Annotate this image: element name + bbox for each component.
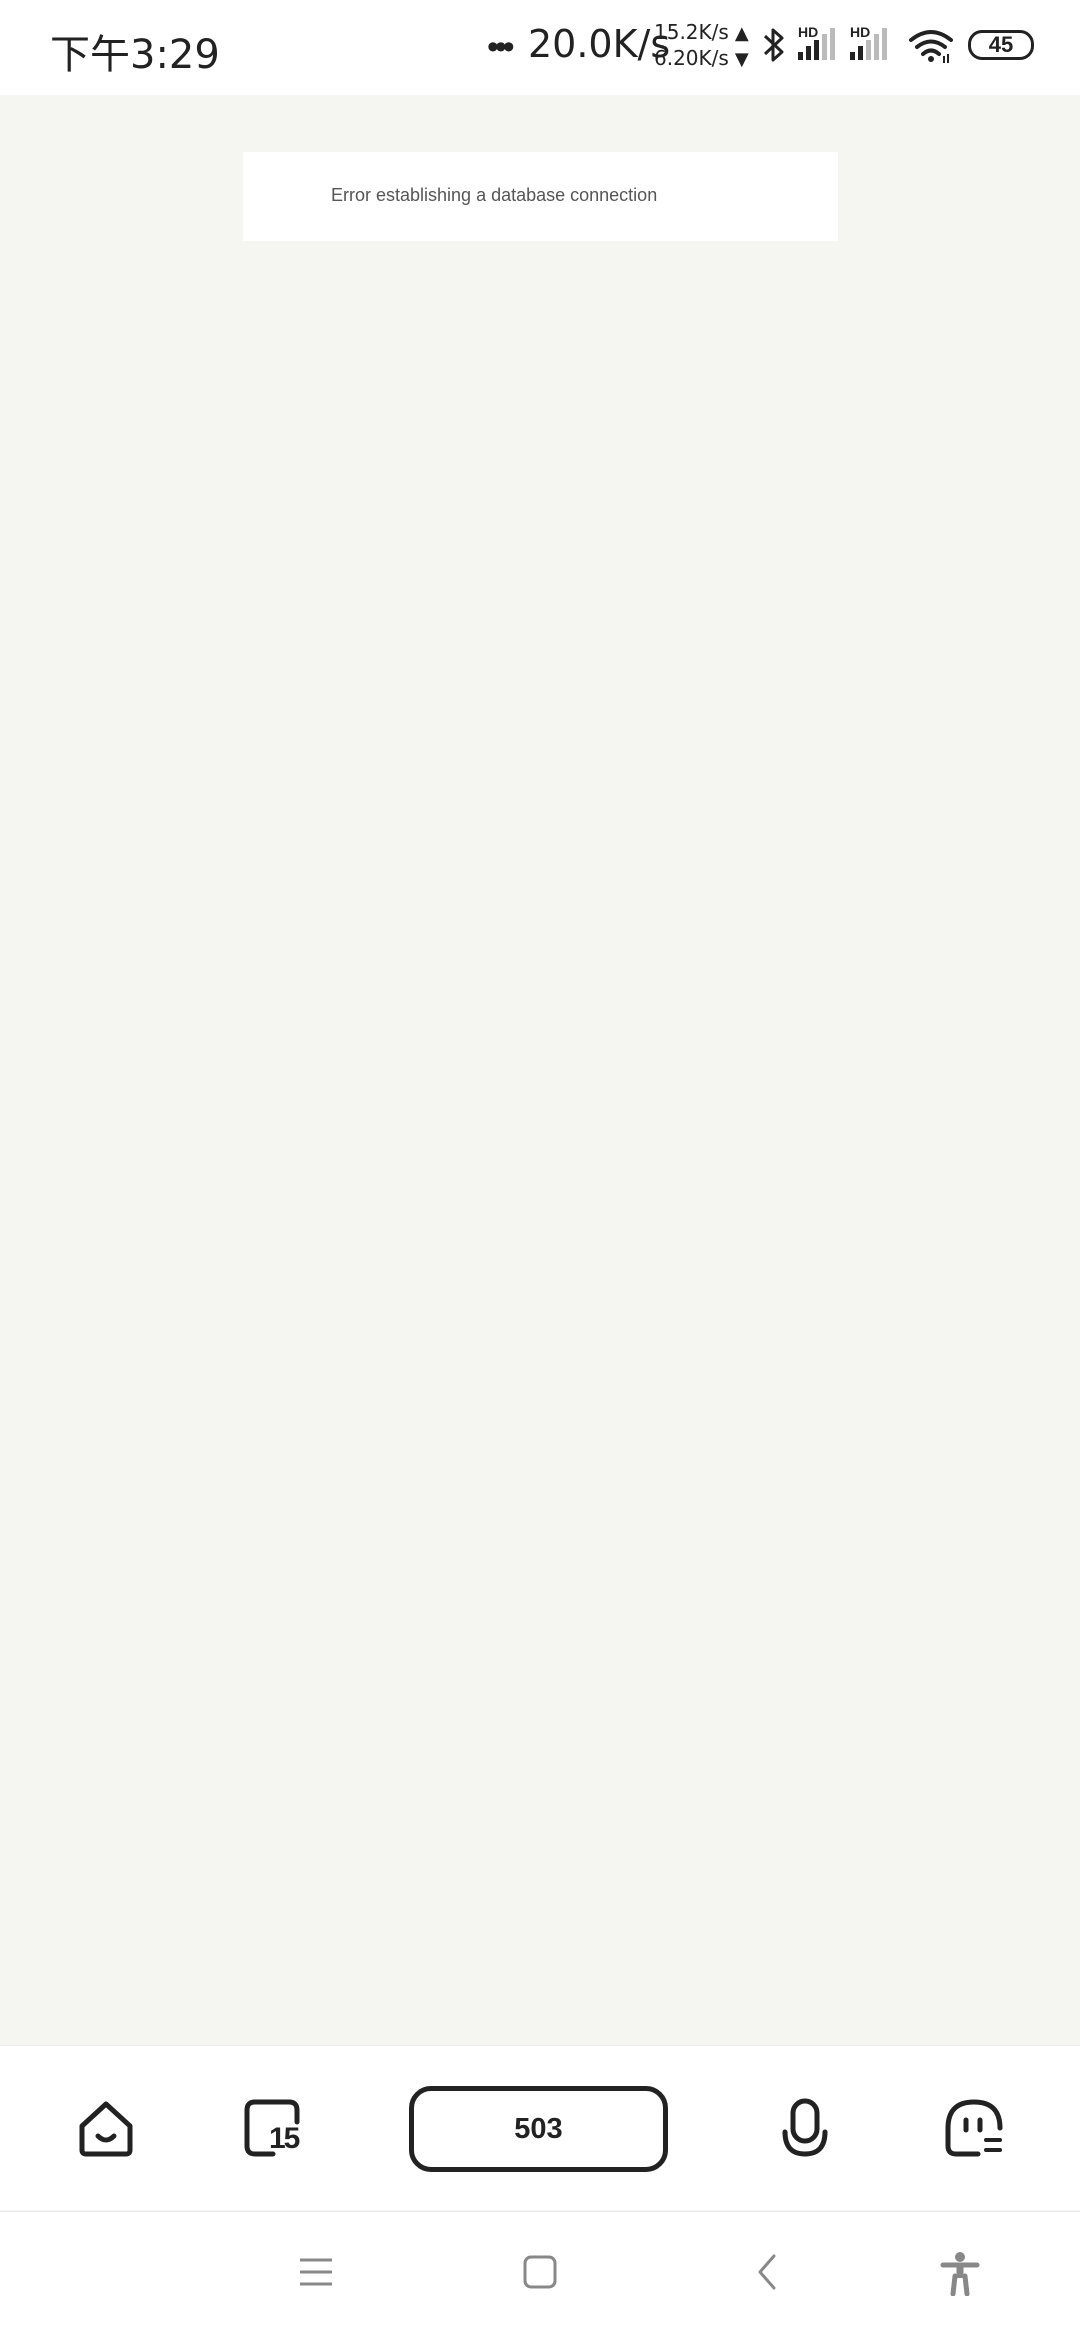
status-bar: 下午3:29 ••• 20.0K/s 15.2K/s ▲ 6.20K/s ▼ HD … xyxy=(0,0,1080,95)
profile-menu-icon[interactable] xyxy=(944,2098,1004,2158)
home-square-icon[interactable] xyxy=(522,2252,558,2292)
error-message: Error establishing a database connection xyxy=(331,185,658,205)
upload-arrow-icon: ▲ xyxy=(734,23,749,44)
status-time: 下午3:29 xyxy=(50,32,220,78)
signal-icon xyxy=(850,28,887,60)
download-arrow-icon: ▼ xyxy=(734,49,749,70)
upload-rate: 15.2K/s xyxy=(654,20,729,44)
microphone-icon[interactable] xyxy=(782,2098,828,2160)
menu-icon[interactable] xyxy=(298,2252,334,2292)
bluetooth-icon xyxy=(763,28,784,62)
browser-toolbar: 15 503 xyxy=(0,2045,1080,2210)
battery-level: 45 xyxy=(988,32,1014,57)
address-bar-label: 503 xyxy=(514,2112,563,2145)
status-more-dots: ••• xyxy=(487,28,515,66)
error-panel: Error establishing a database connection xyxy=(243,152,838,241)
back-icon[interactable] xyxy=(752,2252,782,2292)
tab-count: 15 xyxy=(269,2122,300,2155)
battery-indicator: 45 xyxy=(968,30,1034,60)
accessibility-icon[interactable] xyxy=(940,2252,980,2296)
address-bar-button[interactable]: 503 xyxy=(409,2086,668,2172)
network-rates: 15.2K/s ▲ 6.20K/s ▼ xyxy=(654,20,749,72)
home-icon[interactable] xyxy=(76,2098,136,2158)
signal-icon xyxy=(798,28,835,60)
network-speed: 20.0K/s xyxy=(528,22,671,66)
download-rate: 6.20K/s xyxy=(654,46,729,70)
system-navigation-bar xyxy=(0,2211,1080,2340)
wifi-icon xyxy=(909,30,953,63)
tabs-button[interactable]: 15 xyxy=(243,2098,305,2158)
